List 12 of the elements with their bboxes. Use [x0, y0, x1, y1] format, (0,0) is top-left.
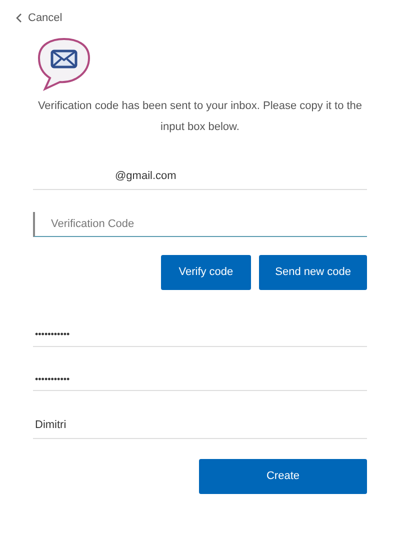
password-field[interactable]: •••••••••••	[33, 368, 367, 391]
info-message: Verification code has been sent to your inbox. Please copy it to the input box below.	[36, 99, 364, 135]
password-field[interactable]: •••••••••••	[33, 324, 367, 346]
message-shield-icon	[36, 36, 92, 92]
name-field[interactable]: Dimitri	[33, 413, 367, 438]
create-button[interactable]: Create	[199, 458, 367, 494]
verify-code-button[interactable]: Verify code	[160, 255, 252, 290]
cancel-link[interactable]: Cancel	[16, 10, 62, 26]
verification-code-field[interactable]: Verification Code	[33, 212, 367, 237]
send-new-code-button[interactable]: Send new code	[259, 255, 367, 290]
email-field[interactable]: @gmail.com	[33, 164, 367, 190]
back-icon	[16, 13, 22, 24]
